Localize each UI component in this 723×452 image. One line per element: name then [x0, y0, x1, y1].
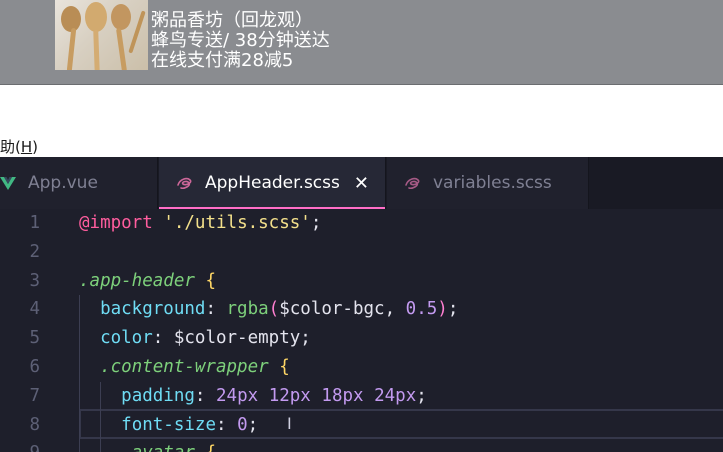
tab-app-vue[interactable]: App.vue: [0, 157, 158, 209]
code-token: (: [268, 299, 280, 320]
code-token: padding: [121, 385, 195, 406]
code-token: .avatar: [121, 443, 195, 452]
menu-help-suffix: ): [32, 138, 38, 156]
code-token: background: [100, 299, 206, 320]
code-token: $color-bgc: [279, 299, 385, 320]
code-text: .avatar {: [79, 443, 216, 452]
line-number: 4: [29, 299, 40, 320]
code-text: color: $color-empty;: [79, 328, 311, 348]
line-number: 8: [29, 414, 40, 435]
line-number: 9: [0, 443, 40, 452]
promotion-info: 在线支付满28减5: [151, 50, 294, 71]
line-number: 7: [29, 385, 40, 406]
ide-menu-strip: 助(H): [0, 84, 723, 157]
menu-help-prefix: 助(: [0, 138, 21, 156]
tab-label: variables.scss: [433, 173, 552, 193]
app-preview-header: 粥品香坊（回龙观） 蜂鸟专送/ 38分钟送达 在线支付满28减5: [0, 0, 723, 84]
tab-label: AppHeader.scss: [205, 173, 340, 193]
line-number: 5: [29, 328, 40, 349]
code-token: 12px: [268, 385, 311, 406]
line-number: 2: [29, 241, 40, 262]
line-number: 3: [29, 270, 40, 291]
code-token: ;: [300, 328, 311, 349]
line-number: 1: [29, 213, 40, 233]
code-line: 2: [0, 238, 723, 267]
code-token: 0: [237, 414, 248, 435]
tab-variables-scss[interactable]: variables.scss: [387, 157, 589, 209]
menu-help[interactable]: 助(H): [0, 136, 38, 157]
sass-icon: [405, 177, 420, 189]
code-token: {: [205, 443, 216, 452]
tab-appheader-scss[interactable]: AppHeader.scss ✕: [159, 157, 386, 209]
code-line: 9 .avatar {: [0, 439, 723, 452]
code-token: @import: [79, 213, 153, 233]
line-number: 6: [29, 357, 40, 377]
code-text: .app-header {: [79, 271, 216, 291]
code-token: font-size: [121, 414, 216, 435]
code-token: color: [100, 328, 153, 349]
code-line: 8 font-size: 0;: [0, 410, 723, 440]
shop-info: 粥品香坊（回龙观） 蜂鸟专送/ 38分钟送达 在线支付满28减5: [151, 11, 330, 71]
tab-bar: App.vue AppHeader.scss ✕ variables.scss: [0, 157, 723, 209]
close-icon[interactable]: ✕: [354, 173, 369, 194]
code-token: rgba: [226, 299, 269, 320]
shop-name: 粥品香坊（回龙观）: [151, 10, 313, 31]
code-token: ,: [384, 299, 406, 320]
code-text: background: rgba($color-bgc, 0.5);: [79, 299, 458, 319]
code-token: ): [437, 299, 448, 320]
code-line: 5 color: $color-empty;: [0, 324, 723, 353]
shop-avatar-image: [55, 0, 148, 70]
code-token: ;: [447, 299, 459, 320]
code-token: {: [279, 357, 290, 377]
code-line: 3 .app-header {: [0, 267, 723, 296]
code-token: ;: [416, 385, 427, 406]
code-text: .content-wrapper {: [79, 357, 290, 377]
sass-icon: [177, 177, 192, 189]
code-text: padding: 24px 12px 18px 24px;: [79, 386, 427, 406]
code-token: 24px: [374, 385, 417, 406]
code-token: './utils.scss': [163, 213, 311, 233]
vue-icon: [0, 177, 16, 190]
code-token: ;: [247, 414, 259, 435]
code-token: :: [152, 328, 174, 349]
divider: [0, 84, 723, 85]
code-token: :: [215, 414, 238, 435]
code-token: :: [205, 299, 227, 320]
code-line: 1 @import './utils.scss';: [0, 209, 723, 238]
code-token: $color-empty: [173, 328, 301, 349]
code-text: @import './utils.scss';: [79, 213, 321, 233]
tab-label: App.vue: [28, 173, 98, 193]
code-token: .app-header: [79, 270, 195, 291]
menu-help-key: H: [20, 138, 33, 156]
code-area[interactable]: I 1 @import './utils.scss'; 2 3 .app-header …: [0, 209, 723, 452]
code-token: .content-wrapper: [100, 357, 269, 377]
code-token: 24px: [216, 385, 259, 406]
code-editor: App.vue AppHeader.scss ✕ variables.scss …: [0, 157, 723, 452]
code-text: font-size: 0;: [79, 415, 258, 435]
code-token: {: [205, 270, 216, 291]
code-line: 4 background: rgba($color-bgc, 0.5);: [0, 295, 723, 325]
code-token: ;: [310, 213, 322, 233]
code-token: 18px: [321, 385, 364, 406]
code-token: 0.5: [405, 299, 438, 320]
delivery-info: 蜂鸟专送/ 38分钟送达: [151, 30, 330, 51]
code-line: 6 .content-wrapper {: [0, 353, 723, 382]
code-line: 7 padding: 24px 12px 18px 24px;: [0, 381, 723, 411]
code-token: :: [194, 385, 216, 406]
